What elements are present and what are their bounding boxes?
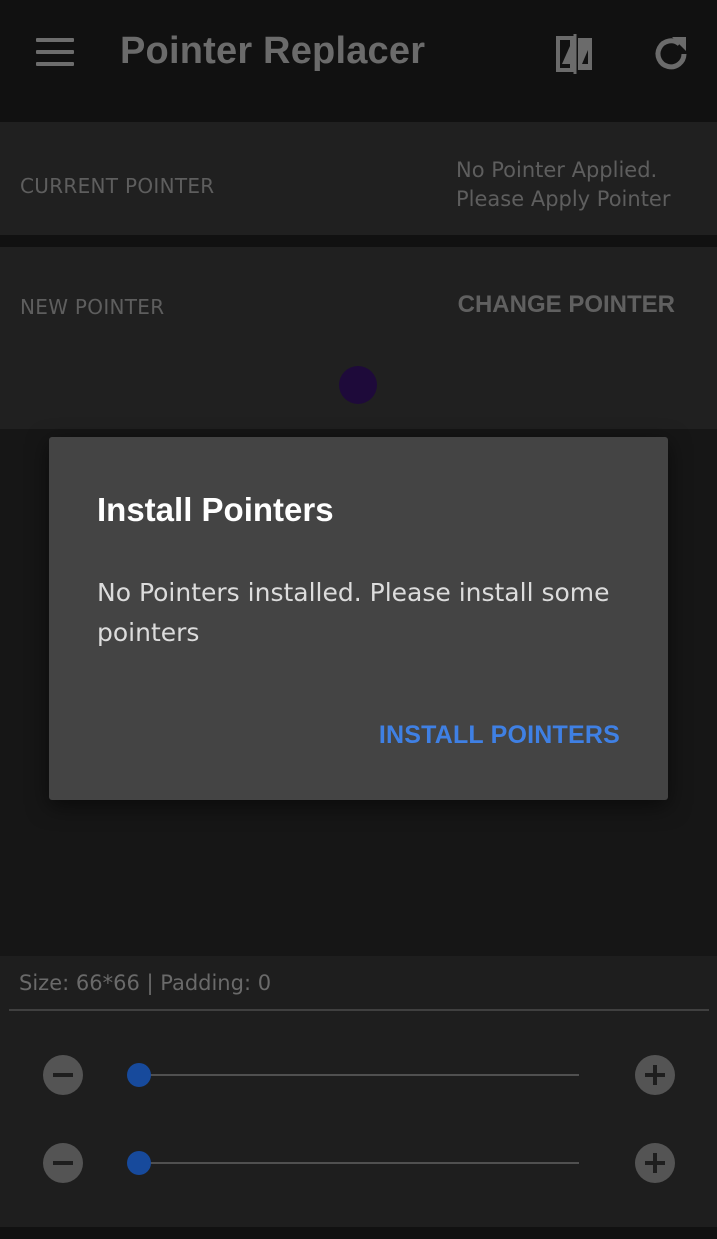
refresh-icon[interactable] [650,33,692,75]
app-bar: Pointer Replacer [0,0,717,110]
current-pointer-label: CURRENT POINTER [20,174,215,198]
install-pointers-dialog: Install Pointers No Pointers installed. … [49,437,668,800]
padding-slider-thumb[interactable] [127,1151,151,1175]
new-pointer-card: NEW POINTER CHANGE POINTER [0,247,717,429]
compare-icon[interactable] [554,32,596,76]
install-pointers-button[interactable]: INSTALL POINTERS [379,721,620,750]
divider [9,1009,709,1011]
pointer-preview [339,366,377,404]
status-line-2: Please Apply Pointer [456,187,671,211]
status-line-1: No Pointer Applied. [456,158,658,182]
menu-icon[interactable] [36,38,74,68]
current-pointer-card: CURRENT POINTER No Pointer Applied. Plea… [0,122,717,235]
size-controls-panel: Size: 66*66 | Padding: 0 [0,956,717,1227]
plus-icon-vertical [653,1153,657,1173]
minus-icon [53,1073,73,1077]
app-title: Pointer Replacer [120,30,426,72]
dialog-message: No Pointers installed. Please install so… [97,578,610,647]
bottom-edge [0,1227,717,1239]
new-pointer-label: NEW POINTER [20,295,165,319]
size-decrease-button[interactable] [43,1055,83,1095]
padding-increase-button[interactable] [635,1143,675,1183]
size-padding-text: Size: 66*66 | Padding: 0 [19,971,272,995]
size-slider[interactable] [139,1074,579,1076]
dialog-title: Install Pointers [97,491,334,528]
padding-decrease-button[interactable] [43,1143,83,1183]
size-increase-button[interactable] [635,1055,675,1095]
change-pointer-button[interactable]: CHANGE POINTER [458,291,675,319]
current-pointer-status: No Pointer Applied. Please Apply Pointer [456,156,706,214]
padding-slider[interactable] [139,1162,579,1164]
plus-icon-vertical [653,1065,657,1085]
minus-icon [53,1161,73,1165]
size-slider-thumb[interactable] [127,1063,151,1087]
